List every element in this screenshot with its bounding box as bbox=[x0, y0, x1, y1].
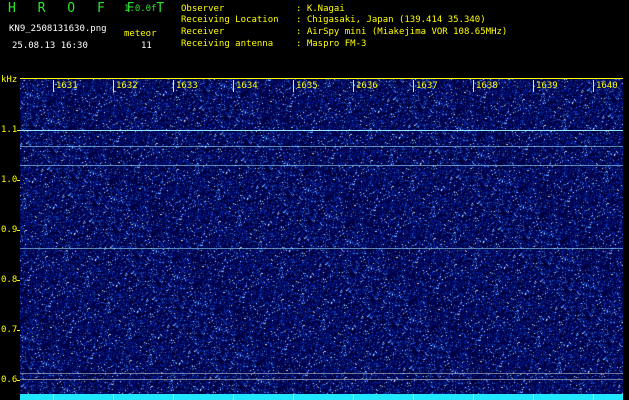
bottom-tick bbox=[593, 394, 594, 400]
right-frame bbox=[623, 79, 629, 394]
minute-tick bbox=[533, 80, 534, 92]
minute-label: 1636 bbox=[356, 81, 378, 91]
timestamp: 25.08.13 16:30 bbox=[12, 41, 88, 51]
carrier-line bbox=[20, 165, 623, 166]
spectrogram-noise bbox=[20, 79, 623, 394]
info-key-location: Receiving Location bbox=[181, 15, 279, 25]
bottom-tick bbox=[233, 394, 234, 400]
info-key-antenna: Receiving antenna bbox=[181, 39, 274, 49]
minute-label: 1631 bbox=[56, 81, 78, 91]
freq-tick bbox=[17, 180, 20, 181]
carrier-line bbox=[20, 130, 623, 131]
minute-tick bbox=[473, 80, 474, 92]
meteor-label: meteor bbox=[124, 29, 157, 39]
bottom-tick bbox=[353, 394, 354, 400]
bottom-tick bbox=[53, 394, 54, 400]
minute-tick bbox=[113, 80, 114, 92]
meteor-count: 11 bbox=[141, 41, 152, 51]
minute-label: 1639 bbox=[536, 81, 558, 91]
minute-label: 1635 bbox=[296, 81, 318, 91]
spectrogram[interactable] bbox=[20, 79, 623, 394]
minute-tick bbox=[413, 80, 414, 92]
minute-tick bbox=[233, 80, 234, 92]
time-axis-line bbox=[20, 78, 623, 79]
freq-label: 0.9 bbox=[1, 225, 18, 235]
file-name: KN9_2508131630.png bbox=[9, 24, 107, 34]
minute-label: 1640 bbox=[596, 81, 618, 91]
info-value-observer: : K.Nagai bbox=[296, 4, 345, 14]
info-value-location: : Chigasaki, Japan (139.414 35.340) bbox=[296, 15, 486, 25]
freq-axis: 1.1 1.0 0.9 0.8 0.7 0.6 bbox=[0, 79, 20, 394]
freq-label: 1.1 bbox=[1, 125, 18, 135]
bottom-tick bbox=[473, 394, 474, 400]
carrier-line bbox=[20, 379, 623, 380]
minute-label: 1638 bbox=[476, 81, 498, 91]
carrier-line bbox=[20, 248, 623, 249]
carrier-line bbox=[20, 373, 623, 374]
bottom-tick bbox=[533, 394, 534, 400]
bottom-tick bbox=[413, 394, 414, 400]
freq-label: 0.8 bbox=[1, 275, 18, 285]
info-value-antenna: : Maspro FM-3 bbox=[296, 39, 367, 49]
freq-tick bbox=[17, 330, 20, 331]
minute-label: 1634 bbox=[236, 81, 258, 91]
freq-label: 1.0 bbox=[1, 175, 18, 185]
freq-tick bbox=[17, 130, 20, 131]
bottom-tick bbox=[293, 394, 294, 400]
bottom-signal-band bbox=[20, 394, 623, 400]
minute-tick bbox=[593, 80, 594, 92]
minute-tick bbox=[293, 80, 294, 92]
minute-tick bbox=[173, 80, 174, 92]
app-version: 1.0.0f bbox=[124, 4, 157, 14]
info-value-receiver: : AirSpy mini (Miakejima VOR 108.65MHz) bbox=[296, 27, 508, 37]
minute-label: 1633 bbox=[176, 81, 198, 91]
minute-label: 1632 bbox=[116, 81, 138, 91]
freq-label: 0.7 bbox=[1, 325, 18, 335]
info-key-observer: Observer bbox=[181, 4, 225, 14]
freq-tick bbox=[17, 230, 20, 231]
info-key-receiver: Receiver bbox=[181, 27, 225, 37]
minute-tick bbox=[353, 80, 354, 92]
bottom-tick bbox=[173, 394, 174, 400]
minute-label: 1637 bbox=[416, 81, 438, 91]
header-panel: H R O F F T 1.0.0f KN9_2508131630.png me… bbox=[0, 0, 629, 74]
freq-label: 0.6 bbox=[1, 375, 18, 385]
freq-tick bbox=[17, 280, 20, 281]
minute-tick bbox=[53, 80, 54, 92]
bottom-tick bbox=[113, 394, 114, 400]
freq-tick bbox=[17, 380, 20, 381]
time-axis: 1631 1632 1633 1634 1635 1636 1637 1638 … bbox=[20, 74, 623, 92]
carrier-line bbox=[20, 146, 623, 147]
